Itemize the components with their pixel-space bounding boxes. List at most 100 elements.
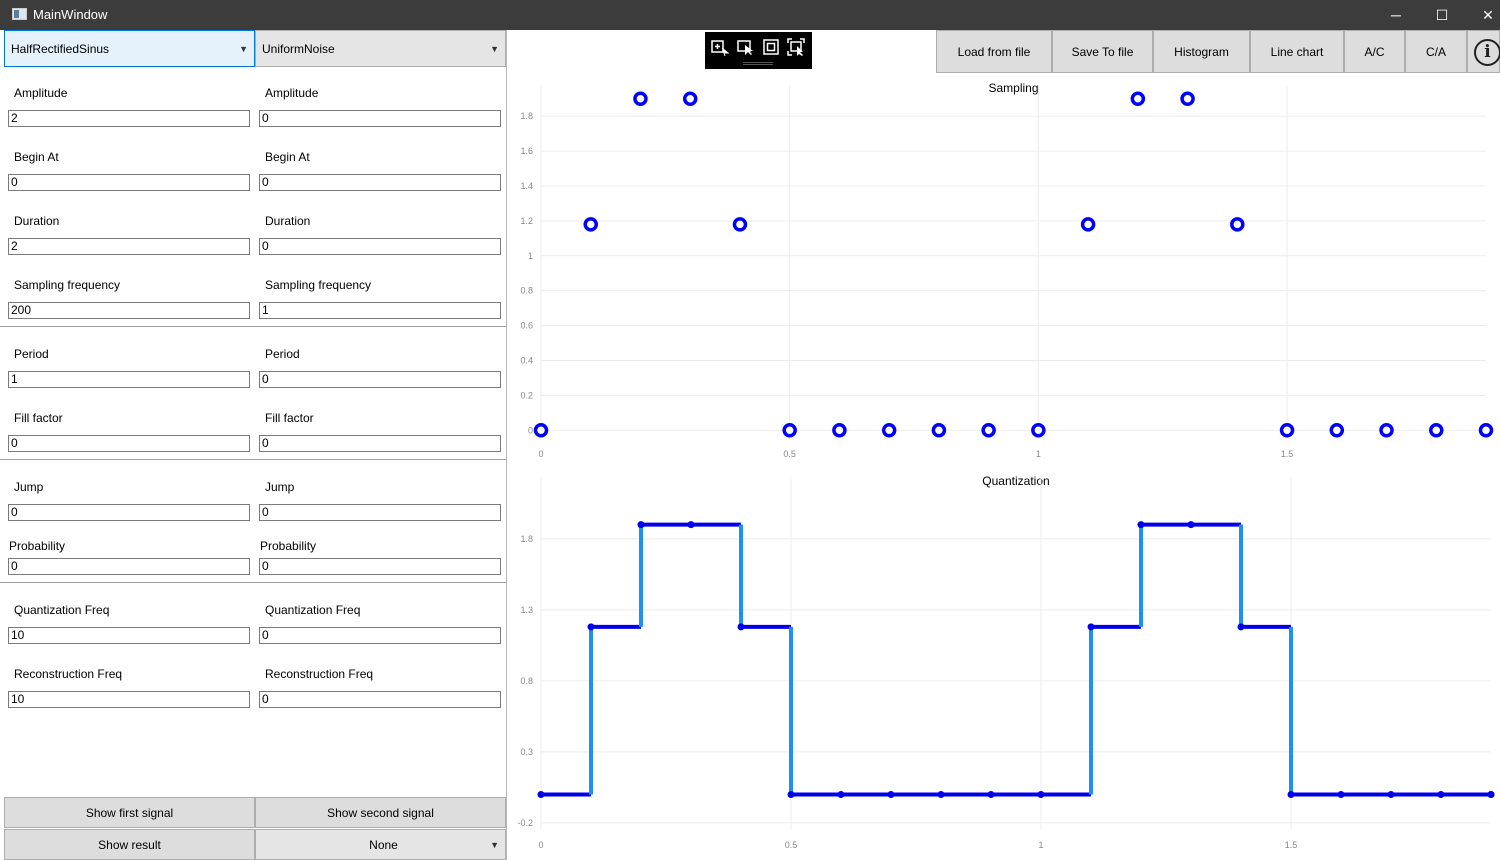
step-point xyxy=(537,790,545,798)
recon-field-first[interactable]: 10 xyxy=(8,691,250,708)
probability-field-second[interactable]: 0 xyxy=(259,558,501,575)
sample-point xyxy=(1130,91,1146,106)
ca-button[interactable]: C/A xyxy=(1405,30,1467,73)
y-tick-label: 0.4 xyxy=(520,355,533,365)
sample-point xyxy=(981,423,996,438)
duration-field-second[interactable]: 0 xyxy=(259,238,501,255)
step-point xyxy=(1487,790,1495,798)
jump-field-first[interactable]: 0 xyxy=(8,504,250,521)
recon-field-second[interactable]: 0 xyxy=(259,691,501,708)
info-button[interactable]: i xyxy=(1467,30,1500,73)
probability-field-first[interactable]: 0 xyxy=(8,558,250,575)
sample-point xyxy=(1379,423,1394,438)
save-to-file-button[interactable]: Save To file xyxy=(1052,30,1153,73)
fill-label-first: Fill factor xyxy=(14,411,63,425)
line-chart-button[interactable]: Line chart xyxy=(1250,30,1344,73)
x-tick-label: 1 xyxy=(1038,840,1043,850)
close-button[interactable]: ✕ xyxy=(1465,0,1500,30)
quant-label-second: Quantization Freq xyxy=(265,603,361,617)
quantization-chart[interactable]: Quantization 0 0.5 1 1.5 -0.2 0.3 0.8 1.3 1.8 xyxy=(508,466,1500,860)
step-point xyxy=(1037,790,1045,798)
step-point xyxy=(1287,790,1295,798)
y-tick-label: 1.3 xyxy=(520,605,533,615)
recon-label-second: Reconstruction Freq xyxy=(265,667,374,681)
sample-point xyxy=(881,423,897,438)
sample-point xyxy=(782,423,797,438)
show-second-signal-button[interactable]: Show second signal xyxy=(255,797,506,828)
x-tick-label: 0 xyxy=(538,840,543,850)
duration-label-second: Duration xyxy=(265,214,311,228)
amplitude-field-second[interactable]: 0 xyxy=(259,110,501,127)
quant-label-first: Quantization Freq xyxy=(14,603,110,617)
separator xyxy=(0,459,506,460)
step-point xyxy=(1387,790,1395,798)
load-from-file-button[interactable]: Load from file xyxy=(936,30,1052,73)
parameters-panel: HalfRectifiedSinus ▼ UniformNoise ▼ Ampl… xyxy=(0,30,507,860)
amplitude-field-first[interactable]: 2 xyxy=(8,110,250,127)
step-point xyxy=(887,790,895,798)
chevron-down-icon: ▼ xyxy=(490,44,499,54)
duration-field-first[interactable]: 2 xyxy=(8,238,250,255)
step-point xyxy=(1087,623,1095,631)
maximize-button[interactable]: ☐ xyxy=(1419,0,1465,30)
separator xyxy=(0,326,506,327)
x-tick-label: 1 xyxy=(1036,449,1041,459)
fill-label-second: Fill factor xyxy=(265,411,314,425)
y-tick-label: 0 xyxy=(528,425,533,435)
result-operation-value: None xyxy=(369,838,398,852)
show-first-signal-button[interactable]: Show first signal xyxy=(4,797,255,828)
sampling-chart[interactable]: Sampling 0 0.5 1 1.5 0 0.2 0.4 0.6 0.8 1 1.2 1.4 1.6 1… xyxy=(508,74,1500,464)
first-signal-select[interactable]: HalfRectifiedSinus ▼ xyxy=(4,30,255,67)
histogram-button[interactable]: Histogram xyxy=(1153,30,1250,73)
reset-zoom-icon[interactable] xyxy=(787,38,805,56)
sample-point xyxy=(1180,91,1195,106)
title-bar: MainWindow ─ ☐ ✕ xyxy=(0,0,1500,30)
sample-point xyxy=(1230,217,1245,232)
fit-icon[interactable] xyxy=(762,38,780,56)
jump-label-first: Jump xyxy=(14,480,44,494)
step-point xyxy=(937,790,945,798)
step-point xyxy=(1187,521,1195,529)
quant-field-second[interactable]: 0 xyxy=(259,627,501,644)
drag-handle[interactable] xyxy=(743,62,773,65)
y-tick-label: 0.3 xyxy=(520,747,533,757)
duration-label-first: Duration xyxy=(14,214,60,228)
ac-button[interactable]: A/C xyxy=(1344,30,1405,73)
period-field-first[interactable]: 1 xyxy=(8,371,250,388)
x-tick-label: 0.5 xyxy=(785,840,798,850)
sampling-field-first[interactable]: 200 xyxy=(8,302,250,319)
sample-point xyxy=(832,423,847,438)
begin-field-second[interactable]: 0 xyxy=(259,174,501,191)
x-tick-label: 0 xyxy=(538,449,543,459)
step-point xyxy=(837,790,845,798)
begin-label-first: Begin At xyxy=(14,150,59,164)
begin-field-first[interactable]: 0 xyxy=(8,174,250,191)
chart-title: Quantization xyxy=(982,474,1049,488)
sample-point xyxy=(1329,423,1345,438)
period-label-first: Period xyxy=(14,347,49,361)
y-tick-label: 1.8 xyxy=(520,111,533,121)
chevron-down-icon: ▼ xyxy=(490,840,499,850)
y-tick-label: 0.6 xyxy=(520,321,533,331)
show-result-button[interactable]: Show result xyxy=(4,829,255,860)
result-operation-select[interactable]: None ▼ xyxy=(255,829,506,860)
sample-point xyxy=(1080,217,1096,232)
second-signal-select[interactable]: UniformNoise ▼ xyxy=(255,30,506,67)
zoom-in-icon[interactable] xyxy=(711,38,729,56)
period-label-second: Period xyxy=(265,347,300,361)
quant-field-first[interactable]: 10 xyxy=(8,627,250,644)
x-tick-label: 1.5 xyxy=(1285,840,1298,850)
x-tick-label: 1.5 xyxy=(1281,449,1294,459)
period-field-second[interactable]: 0 xyxy=(259,371,501,388)
step-point xyxy=(1137,521,1145,529)
fill-field-first[interactable]: 0 xyxy=(8,435,250,452)
jump-label-second: Jump xyxy=(265,480,295,494)
sampling-field-second[interactable]: 1 xyxy=(259,302,501,319)
fill-field-second[interactable]: 0 xyxy=(259,435,501,452)
select-icon[interactable] xyxy=(737,38,755,56)
step-point xyxy=(1337,790,1345,798)
minimize-button[interactable]: ─ xyxy=(1373,0,1419,30)
jump-field-second[interactable]: 0 xyxy=(259,504,501,521)
y-tick-label: 0.2 xyxy=(520,390,533,400)
step-point xyxy=(737,623,745,631)
